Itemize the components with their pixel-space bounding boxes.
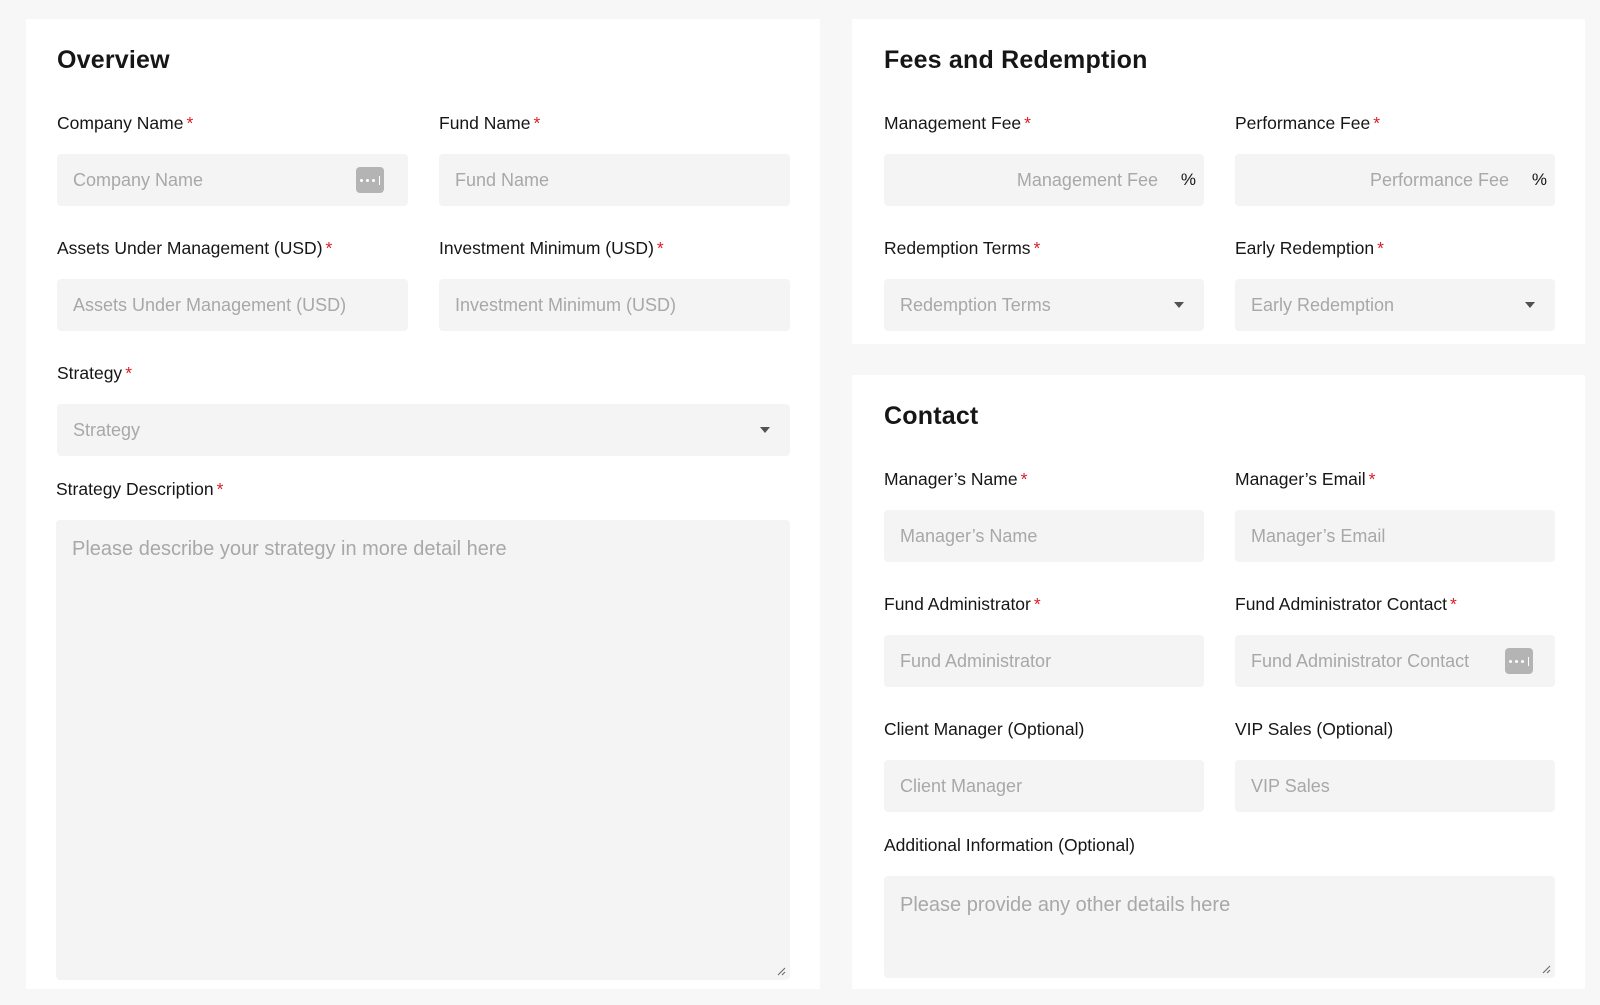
investment-minimum-input[interactable] <box>439 279 790 331</box>
performance-fee-label-text: Performance Fee <box>1235 113 1371 133</box>
investment-minimum-label-text: Investment Minimum (USD) <box>439 238 654 258</box>
fund-administrator-label: Fund Administrator * <box>884 593 1204 615</box>
redemption-terms-label: Redemption Terms * <box>884 237 1204 259</box>
manager-email-field: Manager’s Email * <box>1235 468 1555 562</box>
fund-administrator-label-text: Fund Administrator <box>884 594 1031 614</box>
redemption-terms-label-text: Redemption Terms <box>884 238 1031 258</box>
company-name-field: Company Name * <box>57 112 408 206</box>
required-marker: * <box>1450 594 1457 614</box>
strategy-description-field: Strategy Description * <box>56 478 790 980</box>
required-marker: * <box>1033 594 1041 614</box>
early-redemption-label-text: Early Redemption <box>1235 238 1375 258</box>
additional-information-field: Additional Information (Optional) <box>884 834 1555 978</box>
additional-information-label: Additional Information (Optional) <box>884 835 1135 855</box>
strategy-label: Strategy * <box>57 362 790 384</box>
strategy-description-label-text: Strategy Description <box>56 479 214 499</box>
required-marker: * <box>656 238 664 258</box>
aum-label-text: Assets Under Management (USD) <box>57 238 323 258</box>
overview-panel: Overview Company Name* Fund Name* Assets… <box>26 19 820 989</box>
fees-panel: Fees and Redemption Management Fee* % Pe… <box>852 19 1585 344</box>
fund-administrator-contact-label-text: Fund Administrator Contact <box>1235 594 1448 614</box>
caret-down-icon <box>760 427 770 433</box>
redemption-terms-field: Redemption Terms * Redemption Terms <box>884 237 1204 331</box>
required-marker: * <box>1373 113 1381 133</box>
investment-minimum-field: Investment Minimum (USD) * <box>439 237 790 331</box>
percent-suffix: % <box>1180 170 1196 189</box>
performance-fee-field: Performance Fee* % <box>1235 112 1555 206</box>
fees-title: Fees and Redemption <box>884 46 1148 74</box>
client-manager-field: Client Manager (Optional) <box>884 718 1204 812</box>
aum-label: Assets Under Management (USD) * <box>57 237 408 259</box>
management-fee-field: Management Fee* % <box>884 112 1204 206</box>
company-name-label: Company Name * <box>57 112 408 134</box>
fund-name-label: Fund Name * <box>439 112 790 134</box>
early-redemption-placeholder: Early Redemption <box>1251 294 1395 315</box>
required-marker: * <box>186 113 194 133</box>
redemption-terms-select[interactable]: Redemption Terms <box>884 279 1204 331</box>
strategy-placeholder: Strategy <box>73 419 141 440</box>
more-dots-icon[interactable] <box>1505 648 1533 674</box>
client-manager-input[interactable] <box>884 760 1204 812</box>
fund-name-field: Fund Name * <box>439 112 790 206</box>
required-marker: * <box>325 238 333 258</box>
vip-sales-label: VIP Sales (Optional) <box>1235 719 1394 739</box>
performance-fee-label: Performance Fee * <box>1235 112 1555 134</box>
overview-title: Overview <box>57 46 170 74</box>
vip-sales-input[interactable] <box>1235 760 1555 812</box>
manager-email-label: Manager’s Email * <box>1235 468 1555 490</box>
fund-administrator-input[interactable] <box>884 635 1204 687</box>
resize-handle-icon[interactable] <box>1541 964 1551 974</box>
caret-down-icon <box>1525 302 1535 308</box>
more-dots-icon[interactable] <box>356 167 384 193</box>
early-redemption-label: Early Redemption * <box>1235 237 1555 259</box>
manager-email-label-text: Manager’s Email <box>1235 469 1366 489</box>
management-fee-label-text: Management Fee <box>884 113 1022 133</box>
management-fee-input[interactable] <box>884 154 1204 206</box>
aum-input[interactable] <box>57 279 408 331</box>
investment-minimum-label: Investment Minimum (USD) * <box>439 237 790 259</box>
early-redemption-select[interactable]: Early Redemption <box>1235 279 1555 331</box>
early-redemption-field: Early Redemption * Early Redemption <box>1235 237 1555 331</box>
percent-suffix: % <box>1531 170 1547 189</box>
aum-field: Assets Under Management (USD) * <box>57 237 408 331</box>
caret-down-icon <box>1174 302 1184 308</box>
required-marker: * <box>1377 238 1384 258</box>
strategy-label-text: Strategy <box>57 363 123 383</box>
required-marker: * <box>125 363 132 383</box>
fund-name-label-text: Fund Name <box>439 113 531 133</box>
contact-panel: Contact Manager’s Name* Manager’s Email*… <box>852 375 1585 989</box>
required-marker: * <box>1020 469 1028 489</box>
strategy-description-textarea[interactable] <box>56 520 790 980</box>
required-marker: * <box>1024 113 1031 133</box>
required-marker: * <box>533 113 541 133</box>
additional-information-textarea[interactable] <box>884 876 1555 978</box>
strategy-field: Strategy * Strategy <box>57 362 790 456</box>
performance-fee-input[interactable] <box>1235 154 1555 206</box>
fund-administrator-field: Fund Administrator * <box>884 593 1204 687</box>
required-marker: * <box>1368 469 1376 489</box>
contact-title: Contact <box>884 402 979 430</box>
required-marker: * <box>1033 238 1041 258</box>
manager-name-label-text: Manager’s Name <box>884 469 1018 489</box>
manager-name-field: Manager’s Name * <box>884 468 1204 562</box>
manager-email-input[interactable] <box>1235 510 1555 562</box>
strategy-description-label: Strategy Description * <box>56 478 790 500</box>
strategy-select[interactable]: Strategy <box>57 404 790 456</box>
company-name-label-text: Company Name <box>57 113 184 133</box>
manager-name-input[interactable] <box>884 510 1204 562</box>
fund-administrator-contact-field: Fund Administrator Contact * <box>1235 593 1555 687</box>
fund-administrator-contact-label: Fund Administrator Contact * <box>1235 593 1555 615</box>
management-fee-label: Management Fee * <box>884 112 1204 134</box>
redemption-terms-placeholder: Redemption Terms <box>900 294 1051 315</box>
fund-name-input[interactable] <box>439 154 790 206</box>
client-manager-label: Client Manager (Optional) <box>884 719 1085 739</box>
vip-sales-field: VIP Sales (Optional) <box>1235 718 1555 812</box>
required-marker: * <box>216 479 224 499</box>
resize-handle-icon[interactable] <box>776 966 786 976</box>
manager-name-label: Manager’s Name * <box>884 468 1204 490</box>
